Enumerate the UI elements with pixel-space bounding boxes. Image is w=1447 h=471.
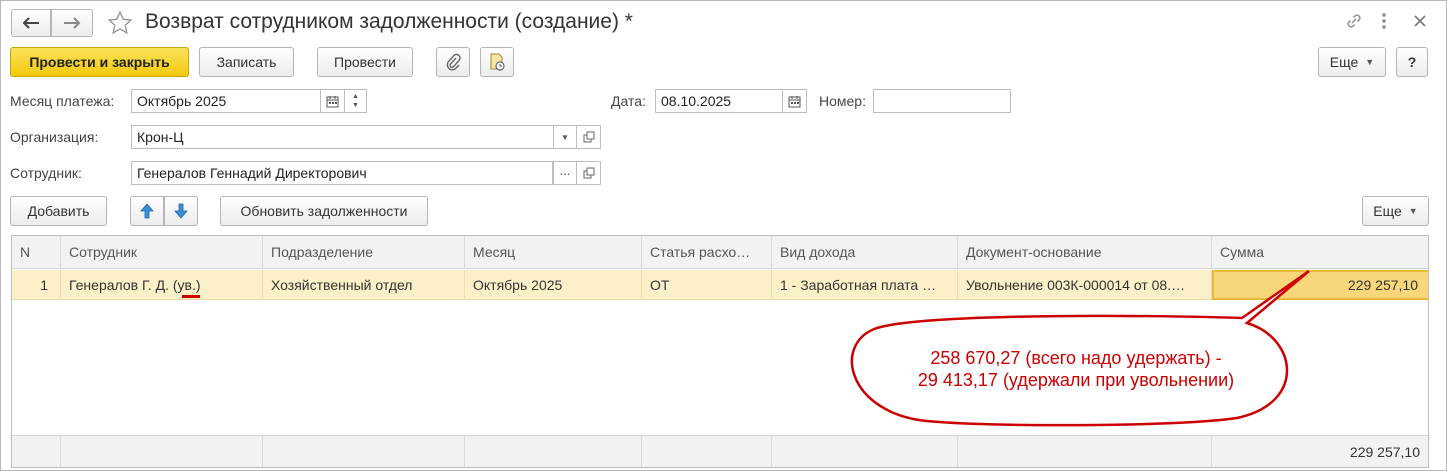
more-menu-label: Еще (1329, 54, 1359, 70)
col-header-department[interactable]: Подразделение (263, 236, 465, 269)
date-label: Дата: (611, 93, 646, 109)
cell-department: Хозяйственный отдел (263, 270, 465, 300)
link-icon[interactable] (1344, 11, 1364, 31)
more-vertical-icon[interactable] (1379, 11, 1389, 31)
cell-employee-dismissed-mark: (ув.) (172, 277, 201, 293)
cell-month: Октябрь 2025 (465, 270, 642, 300)
document-clock-icon (490, 53, 505, 71)
post-button[interactable]: Провести (317, 47, 413, 77)
arrow-up-icon (140, 203, 154, 219)
more-menu-button[interactable]: Еще ▼ (1318, 47, 1386, 77)
calendar-icon (326, 95, 339, 107)
month-stepper[interactable]: ▲ ▼ (345, 89, 367, 113)
arrow-down-icon (174, 203, 188, 219)
document-window: Возврат сотрудником задолженности (созда… (0, 0, 1447, 471)
close-icon[interactable] (1414, 15, 1426, 27)
save-button[interactable]: Записать (199, 47, 294, 77)
cell-n: 1 (12, 270, 61, 300)
employee-select-button[interactable]: ... (553, 161, 577, 185)
add-row-button[interactable]: Добавить (10, 196, 107, 226)
footer-cell (465, 436, 642, 467)
footer-cell (772, 436, 958, 467)
refresh-debts-button[interactable]: Обновить задолженности (220, 196, 428, 226)
date-calendar-button[interactable] (783, 89, 807, 113)
organization-select-button[interactable]: ▼ (553, 125, 577, 149)
organization-label: Организация: (10, 129, 99, 145)
post-and-close-button[interactable]: Провести и закрыть (10, 47, 189, 77)
chevron-down-icon: ▼ (1408, 206, 1418, 216)
ellipsis-icon: ... (559, 162, 571, 178)
report-button[interactable] (480, 47, 514, 77)
cell-employee: Генералов Г. Д. (ув.) (61, 270, 263, 300)
footer-cell (12, 436, 61, 467)
window-title: Возврат сотрудником задолженности (созда… (145, 10, 633, 33)
organization-field[interactable]: Крон-Ц (131, 125, 577, 149)
open-form-icon (583, 167, 594, 179)
cell-expense-item: ОТ (642, 270, 772, 300)
date-field[interactable]: 08.10.2025 (655, 89, 783, 113)
stepper-up-icon: ▲ (352, 93, 359, 100)
table-more-button[interactable]: Еще ▼ (1362, 196, 1429, 226)
annotation-callout-bubble (850, 269, 1310, 427)
callout-text: 258 670,27 (всего надо удержать) - 29 41… (861, 347, 1291, 391)
nav-forward-button[interactable] (51, 9, 93, 37)
favorite-star-icon[interactable] (107, 10, 133, 36)
table-footer: 229 257,10 (12, 435, 1428, 467)
help-button[interactable]: ? (1396, 47, 1428, 77)
attach-button[interactable] (436, 47, 470, 77)
move-up-button[interactable] (130, 196, 164, 226)
callout-line-1: 258 670,27 (всего надо удержать) - (930, 348, 1222, 368)
move-down-button[interactable] (164, 196, 198, 226)
col-header-expense-item[interactable]: Статья расхо… (642, 236, 772, 269)
footer-cell (642, 436, 772, 467)
nav-back-button[interactable] (11, 9, 51, 37)
arrow-left-icon (22, 17, 39, 29)
footer-total-amount: 229 257,10 (1349, 444, 1420, 460)
footer-cell (958, 436, 1212, 467)
month-label: Месяц платежа: (10, 93, 115, 109)
calendar-icon (788, 95, 801, 107)
dismissed-mark-underline (182, 295, 200, 298)
employee-field[interactable]: Генералов Геннадий Директорович (131, 161, 553, 185)
footer-cell (61, 436, 263, 467)
callout-line-2: 29 413,17 (удержали при увольнении) (917, 370, 1235, 390)
table-more-label: Еще (1373, 203, 1402, 219)
stepper-down-icon: ▼ (352, 102, 359, 109)
chevron-down-icon: ▼ (1365, 57, 1375, 67)
number-field[interactable] (873, 89, 1011, 113)
open-form-icon (583, 131, 594, 143)
footer-cell (263, 436, 465, 467)
cell-employee-name: Генералов Г. Д. (69, 277, 169, 293)
col-header-n[interactable]: N (12, 236, 61, 269)
paperclip-icon (446, 53, 461, 71)
col-header-employee[interactable]: Сотрудник (61, 236, 263, 269)
arrow-right-icon (64, 17, 81, 29)
month-field[interactable]: Октябрь 2025 (131, 89, 321, 113)
col-header-month[interactable]: Месяц (465, 236, 642, 269)
employee-open-button[interactable] (577, 161, 601, 185)
organization-open-button[interactable] (577, 125, 601, 149)
chevron-down-icon: ▼ (561, 132, 569, 142)
employee-label: Сотрудник: (10, 165, 82, 181)
month-calendar-button[interactable] (321, 89, 345, 113)
number-label: Номер: (819, 93, 866, 109)
